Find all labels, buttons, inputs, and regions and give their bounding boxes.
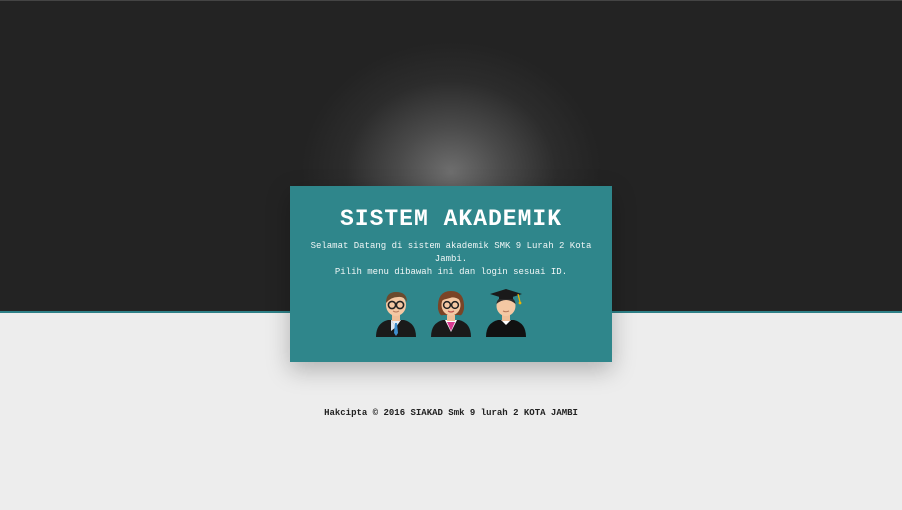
welcome-message: Selamat Datang di sistem akademik SMK 9 …	[308, 240, 594, 279]
teacher-avatar-icon[interactable]	[429, 287, 473, 339]
welcome-line-2: Pilih menu dibawah ini dan login sesuai …	[334, 267, 568, 277]
welcome-card: SISTEM AKADEMIK Selamat Datang di sistem…	[290, 186, 612, 362]
student-avatar-icon[interactable]	[484, 287, 528, 339]
role-menu	[290, 287, 612, 343]
welcome-line-1: Selamat Datang di sistem akademik SMK 9 …	[310, 241, 592, 264]
page-title: SISTEM AKADEMIK	[339, 206, 563, 232]
footer-copyright: Hakcipta © 2016 SIAKAD Smk 9 lurah 2 KOT…	[324, 408, 578, 418]
admin-avatar-icon[interactable]	[374, 287, 418, 339]
